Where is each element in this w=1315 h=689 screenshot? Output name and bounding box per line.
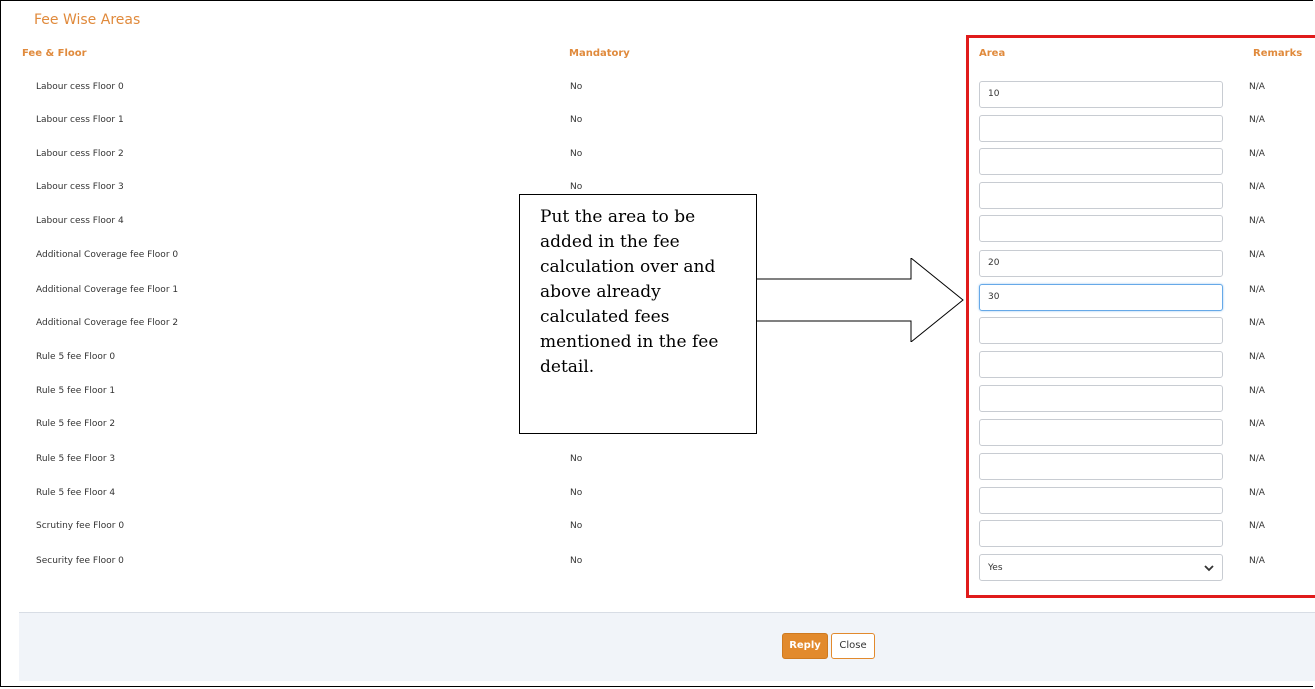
row-label: Security fee Floor 0 — [36, 556, 124, 566]
row-mandatory: No — [570, 556, 583, 566]
row-label: Labour cess Floor 4 — [36, 216, 124, 226]
row-label: Rule 5 fee Floor 3 — [36, 454, 116, 464]
row-label: Labour cess Floor 3 — [36, 182, 124, 192]
arrow-icon — [757, 258, 964, 342]
header-fee-floor: Fee & Floor — [22, 48, 87, 59]
area-highlight-box — [966, 35, 1315, 598]
dialog-footer — [19, 612, 1315, 681]
row-label: Scrutiny fee Floor 0 — [36, 521, 125, 531]
row-label: Labour cess Floor 1 — [36, 115, 124, 125]
row-label: Rule 5 fee Floor 4 — [36, 488, 116, 498]
row-label: Labour cess Floor 2 — [36, 149, 124, 159]
row-label: Additional Coverage fee Floor 2 — [36, 318, 179, 328]
section-title: Fee Wise Areas — [34, 12, 141, 28]
row-mandatory: No — [570, 149, 583, 159]
row-mandatory: No — [570, 115, 583, 125]
row-mandatory: No — [570, 454, 583, 464]
row-label: Rule 5 fee Floor 2 — [36, 419, 116, 429]
row-label: Additional Coverage fee Floor 0 — [36, 250, 179, 260]
annotation-callout: Put the area to be added in the fee calc… — [519, 194, 757, 434]
row-label: Rule 5 fee Floor 1 — [36, 386, 116, 396]
header-mandatory: Mandatory — [569, 48, 630, 59]
row-mandatory: No — [570, 82, 583, 92]
close-button[interactable]: Close — [831, 633, 875, 659]
row-mandatory: No — [570, 488, 583, 498]
row-label: Rule 5 fee Floor 0 — [36, 352, 116, 362]
reply-button[interactable]: Reply — [782, 633, 828, 659]
row-mandatory: No — [570, 182, 583, 192]
row-mandatory: No — [570, 521, 583, 531]
row-label: Additional Coverage fee Floor 1 — [36, 285, 179, 295]
row-label: Labour cess Floor 0 — [36, 82, 124, 92]
